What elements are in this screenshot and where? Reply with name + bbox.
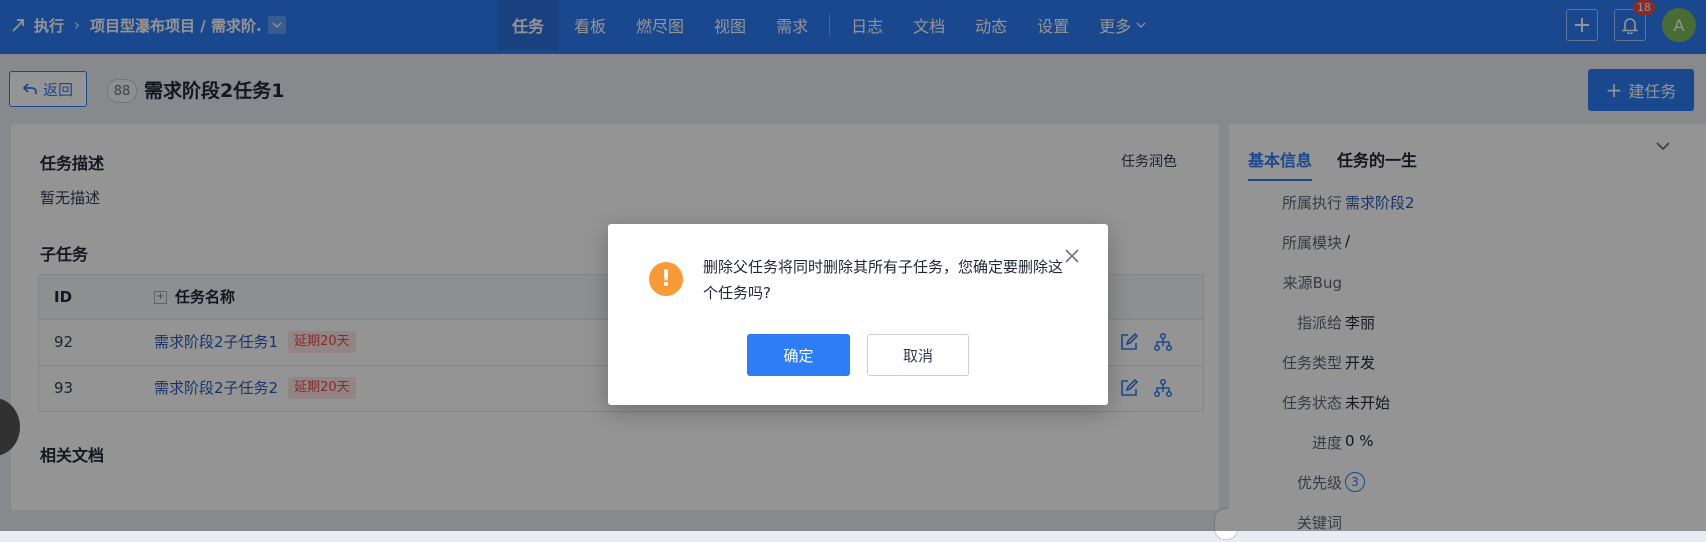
close-icon[interactable] [1064, 248, 1080, 264]
dialog-message: 删除父任务将同时删除其所有子任务，您确定要删除这个任务吗? [703, 258, 1064, 302]
cancel-button[interactable]: 取消 [867, 334, 969, 376]
warning-icon: ! [649, 262, 683, 296]
confirm-button[interactable]: 确定 [747, 334, 850, 376]
confirm-delete-dialog: ! 删除父任务将同时删除其所有子任务，您确定要删除这个任务吗? 确定 取消 [608, 224, 1108, 405]
